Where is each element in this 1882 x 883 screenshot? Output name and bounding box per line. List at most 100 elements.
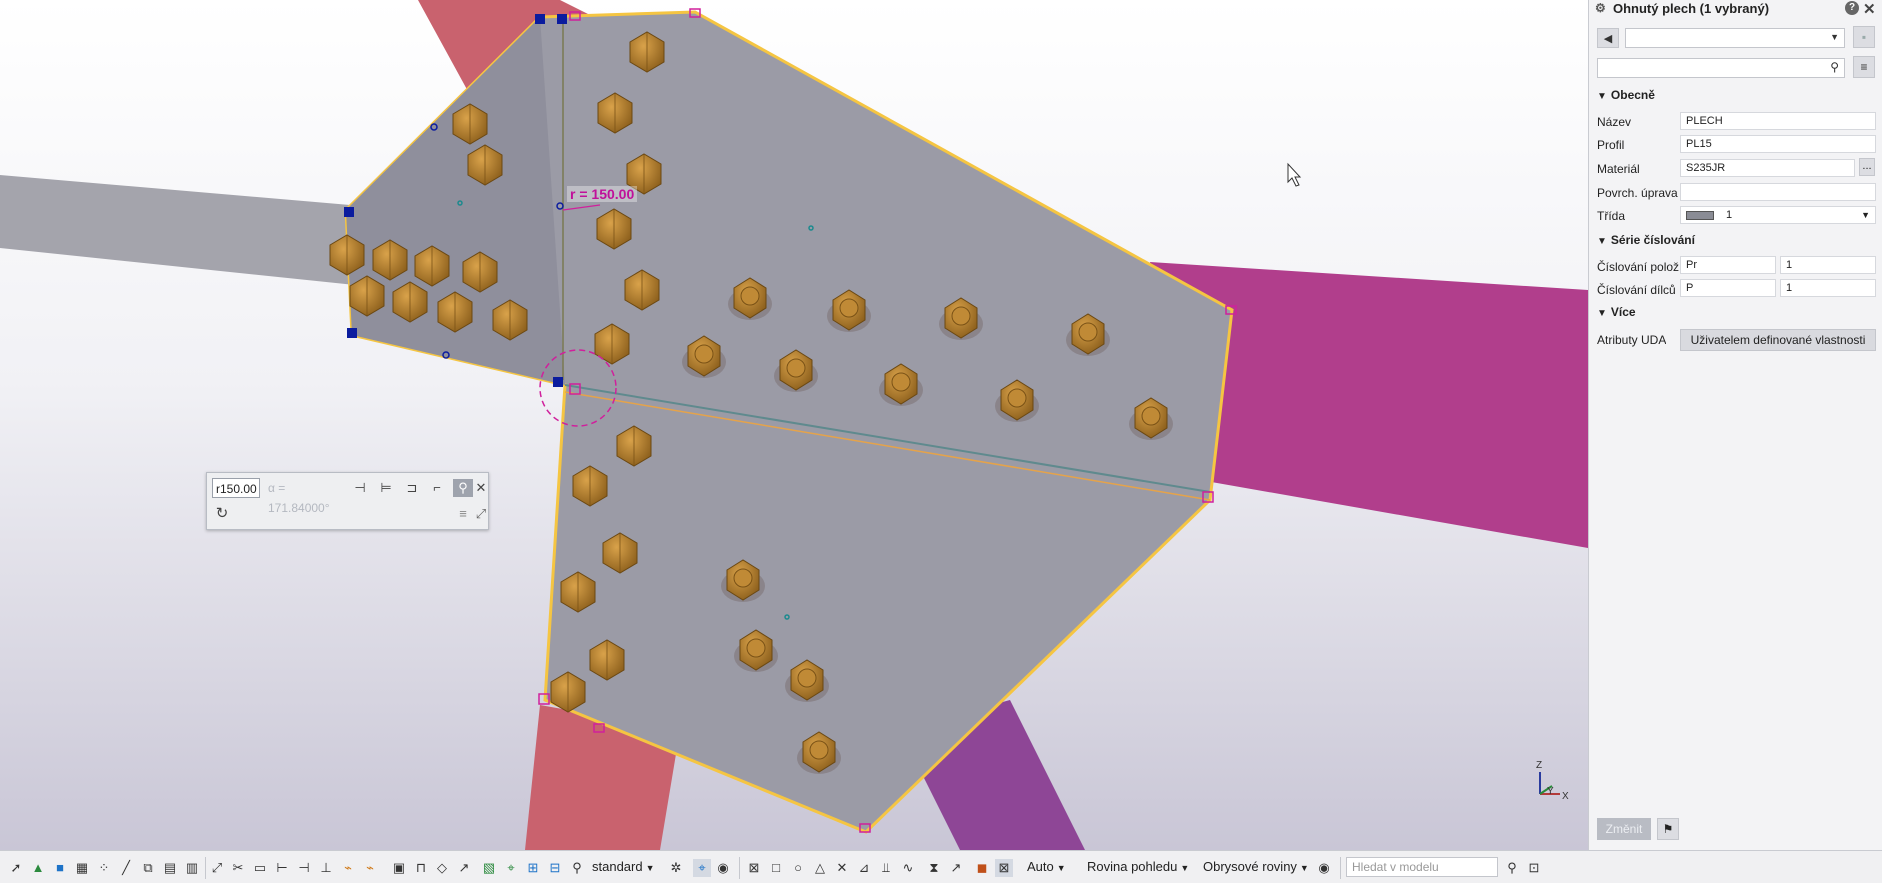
eye-icon[interactable]: ◉ (1315, 859, 1333, 877)
saved-settings-dropdown[interactable]: ▼ (1625, 28, 1845, 48)
snap-box-icon[interactable]: □ (767, 859, 785, 877)
snap-perp-icon[interactable]: ⊿ (855, 859, 873, 877)
snap-physical-icon[interactable]: ◼ (973, 859, 991, 877)
profile-field[interactable]: PL15 (1680, 135, 1876, 153)
property-search-input[interactable]: ⚲ (1597, 58, 1845, 78)
handle[interactable] (344, 207, 354, 217)
snap-override-icon[interactable]: ⌖ (693, 859, 711, 877)
snap-end-icon[interactable]: ⊢ (273, 859, 291, 877)
snap-edge-icon[interactable]: ⊓ (412, 859, 430, 877)
snap-circle-icon[interactable]: ○ (789, 859, 807, 877)
finish-field[interactable] (1680, 183, 1876, 201)
material-browse-button[interactable]: ... (1859, 158, 1875, 176)
snap-mid-icon[interactable]: ⊣ (295, 859, 313, 877)
section-numbering[interactable]: ▼ Série číslování (1597, 233, 1695, 247)
angle-input[interactable]: α = 171.84000° (265, 478, 347, 515)
chamfer-left-icon[interactable]: ⊣ (350, 479, 370, 497)
search-icon[interactable]: ⚲ (1503, 859, 1521, 877)
snap-wave-icon[interactable]: ∿ (899, 859, 917, 877)
snap-depth-dropdown[interactable]: Auto ▼ (1027, 857, 1066, 877)
snap-triangle-icon[interactable]: △ (811, 859, 829, 877)
properties-panel: ⚙ Ohnutý plech (1 vybraný) ? ✕ ◀ ▼ ▪ ⚲ ≡… (1588, 0, 1882, 850)
model-viewport[interactable]: Z Y X r = 150.00 r150.00 α = 171.84000° … (0, 0, 1588, 850)
snap-grid-icon[interactable]: ⊞ (524, 859, 542, 877)
rotate-icon[interactable]: ↻ (213, 505, 231, 523)
snap-grid2-icon[interactable]: ⊟ (546, 859, 564, 877)
handle[interactable] (557, 14, 567, 24)
snap-box-x-icon[interactable]: ⊠ (745, 859, 763, 877)
snap-plane-icon[interactable]: ▣ (390, 859, 408, 877)
contextual-toolbar: r150.00 α = 171.84000° ⊣ ⊨ ⊐ ⌐ ⚲ ✕ ↻ ≡ ⤢ (206, 472, 489, 530)
snap-hourglass-icon[interactable]: ⧗ (925, 859, 943, 877)
snap-free-icon[interactable]: ⌖ (502, 859, 520, 877)
handle[interactable] (347, 328, 357, 338)
select-parts-icon[interactable]: ▲ (29, 859, 47, 877)
snap-cross-icon[interactable]: ✕ (833, 859, 851, 877)
handle[interactable] (535, 14, 545, 24)
part-numbering-label: Číslování polož (1597, 260, 1679, 274)
snap-arc-icon[interactable]: ⌁ (361, 859, 379, 877)
zoom-icon[interactable]: ⚲ (568, 859, 586, 877)
bottom-toolbar: ➚ ▲ ■ ▦ ⁘ ╱ ⧉ ▤ ▥ ⤢ ✂ ▭ ⊢ ⊣ ⊥ ⌁ ⌁ ▣ ⊓ ◇ … (0, 850, 1882, 883)
model-search-input[interactable]: Hledat v modelu (1346, 857, 1498, 877)
snap-cut-icon[interactable]: ✂ (229, 859, 247, 877)
panel-title: Ohnutý plech (1 vybraný) (1613, 1, 1770, 16)
chamfer-center-icon[interactable]: ⊨ (376, 479, 396, 497)
representation-icon[interactable]: ✲ (667, 859, 685, 877)
select-lines-icon[interactable]: ╱ (117, 859, 135, 877)
snap-face-icon[interactable]: ◇ (433, 859, 451, 877)
select-welds-icon[interactable]: ▤ (161, 859, 179, 877)
bend-icon[interactable]: ⌐ (427, 479, 447, 497)
list-icon[interactable]: ≡ (453, 505, 473, 523)
pick-icon[interactable]: ⚑ (1657, 818, 1679, 840)
expand-icon[interactable]: ⤢ (471, 505, 491, 523)
representation-dropdown[interactable]: standard ▼ (592, 857, 655, 877)
outline-planes-dropdown[interactable]: Obrysové roviny ▼ (1203, 857, 1309, 877)
find-in-model-icon[interactable]: ⊡ (1525, 859, 1543, 877)
select-rebar-icon[interactable]: ▥ (183, 859, 201, 877)
part-start-field[interactable]: 1 (1780, 256, 1876, 274)
select-components-icon[interactable]: ⧉ (139, 859, 157, 877)
select-bolts-icon[interactable]: ⁘ (95, 859, 113, 877)
view-plane-dropdown[interactable]: Rovina pohledu ▼ (1087, 857, 1189, 877)
section-more[interactable]: ▼ Více (1597, 305, 1636, 319)
snap-extension-icon[interactable]: ↗ (947, 859, 965, 877)
part-prefix-field[interactable]: Pr (1680, 256, 1776, 274)
handle[interactable] (553, 377, 563, 387)
menu-icon[interactable]: ≡ (1853, 56, 1875, 78)
select-objects-icon[interactable]: ■ (51, 859, 69, 877)
close-icon[interactable]: ✕ (471, 479, 491, 497)
assembly-numbering-label: Číslování dílců (1597, 283, 1676, 297)
back-button[interactable]: ◀ (1597, 28, 1619, 48)
pin-icon[interactable]: ⚲ (453, 479, 473, 497)
snap-point-icon[interactable]: ⌁ (339, 859, 357, 877)
assembly-prefix-field[interactable]: P (1680, 279, 1776, 297)
svg-text:X: X (1562, 791, 1569, 802)
modify-button[interactable]: Změnit (1597, 818, 1651, 840)
gear-icon: ⚙ (1595, 1, 1606, 15)
select-icon[interactable]: ➚ (7, 859, 25, 877)
uda-button[interactable]: Uživatelem definované vlastnosti (1680, 329, 1876, 351)
help-icon[interactable]: ? (1845, 1, 1859, 15)
section-general[interactable]: ▼ Obecně (1597, 88, 1655, 102)
snap-all-icon[interactable]: ⊠ (995, 859, 1013, 877)
radius-label[interactable]: r = 150.00 (567, 186, 638, 202)
svg-text:Y: Y (1547, 786, 1554, 797)
assembly-start-field[interactable]: 1 (1780, 279, 1876, 297)
save-icon[interactable]: ▪ (1853, 26, 1875, 48)
snap-frame-icon[interactable]: ▭ (251, 859, 269, 877)
radius-input[interactable]: r150.00 (212, 478, 260, 498)
snap-nearest-icon[interactable]: ↗ (455, 859, 473, 877)
snap-tangent-icon[interactable]: ⫫ (877, 859, 895, 877)
chamfer-bracket-icon[interactable]: ⊐ (402, 479, 422, 497)
snap-geometry-icon[interactable]: ▧ (480, 859, 498, 877)
select-grid-icon[interactable]: ▦ (73, 859, 91, 877)
name-field[interactable]: PLECH (1680, 112, 1876, 130)
snap-ref-icon[interactable]: ⤢ (208, 859, 226, 877)
class-label: Třída (1597, 209, 1626, 223)
visibility-icon[interactable]: ◉ (714, 859, 732, 877)
class-dropdown[interactable]: 1 ▼ (1680, 206, 1876, 224)
close-icon[interactable]: ✕ (1863, 0, 1876, 18)
material-field[interactable]: S235JR (1680, 159, 1855, 177)
snap-line-icon[interactable]: ⊥ (317, 859, 335, 877)
